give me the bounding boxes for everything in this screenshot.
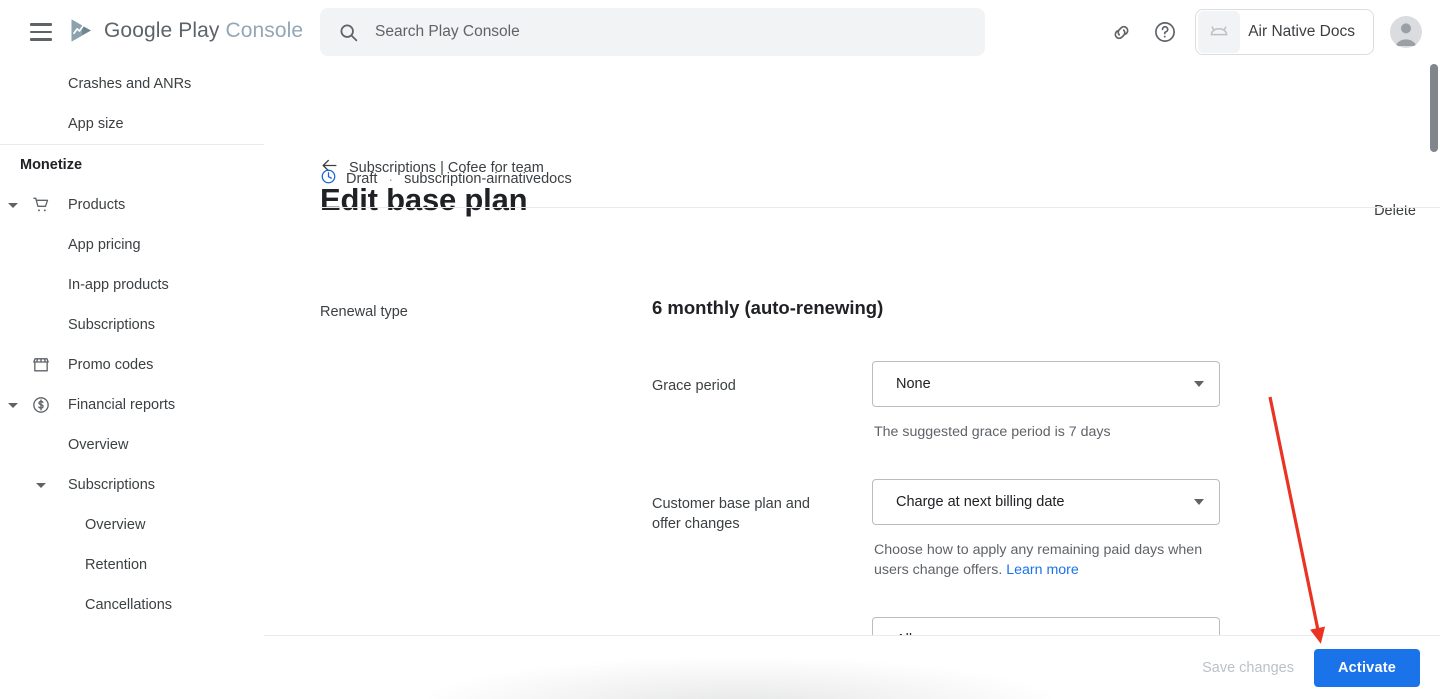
search-icon: [338, 22, 359, 43]
sidebar-monetize-items: Products App pricing In-app products Subscr…: [0, 185, 264, 625]
vertical-scrollbar-thumb[interactable]: [1430, 64, 1438, 152]
sidebar-item-label: Cancellations: [85, 598, 172, 613]
vertical-scrollbar-track[interactable]: [1428, 64, 1440, 699]
sidebar-section-monetize: Monetize: [0, 145, 264, 185]
sidebar-item-label: Promo codes: [68, 358, 153, 373]
link-icon[interactable]: [1099, 10, 1143, 54]
renewal-type-label: Renewal type: [320, 302, 408, 322]
left-navigation-sidebar[interactable]: Crashes and ANRs App size Monetize Produc…: [0, 64, 264, 699]
sidebar-item-overview[interactable]: Overview: [0, 425, 264, 465]
status-separator: ·: [388, 171, 393, 187]
chevron-down-icon[interactable]: [1194, 381, 1204, 387]
sidebar-item-label: Overview: [68, 438, 128, 453]
save-changes-button[interactable]: Save changes: [1192, 650, 1304, 686]
brand-console: Console: [225, 19, 303, 42]
sidebar-item-financial-reports[interactable]: Financial reports: [0, 385, 264, 425]
search-bar[interactable]: [320, 8, 985, 56]
offer-changes-helper-text: Choose how to apply any remaining paid d…: [874, 540, 1226, 580]
chevron-down-icon[interactable]: [1194, 499, 1204, 505]
grace-period-select[interactable]: None: [872, 361, 1220, 407]
learn-more-link[interactable]: Learn more: [1006, 562, 1079, 578]
grace-period-label: Grace period: [652, 376, 822, 396]
header-divider: [320, 207, 1440, 208]
sidebar-item-overview[interactable]: Overview: [0, 505, 264, 545]
hamburger-bar: [30, 31, 52, 33]
grace-period-helper-text: The suggested grace period is 7 days: [874, 422, 1244, 442]
dollar-circle-icon: [30, 394, 52, 416]
shopping-cart-icon: [30, 194, 52, 216]
top-bar-actions: Air Native Docs: [1099, 0, 1422, 64]
status-badge: Draft · subscription-airnativedocs: [320, 168, 572, 189]
sidebar-item-app-pricing[interactable]: App pricing: [0, 225, 264, 265]
delete-button[interactable]: Delete: [1362, 194, 1428, 228]
sidebar-item-label: App size: [68, 117, 124, 132]
sidebar-item-in-app-products[interactable]: In-app products: [0, 265, 264, 305]
main-content: Subscriptions | Cofee for team Edit base…: [264, 64, 1440, 699]
sidebar-item-subscriptions[interactable]: Subscriptions: [0, 465, 264, 505]
google-play-console-logo[interactable]: Google Play Console: [68, 17, 303, 44]
offer-changes-select[interactable]: Charge at next billing date: [872, 479, 1220, 525]
offer-changes-label: Customer base plan and offer changes: [652, 494, 812, 534]
account-avatar-icon[interactable]: [1390, 16, 1422, 48]
activate-button[interactable]: Activate: [1314, 649, 1420, 687]
help-circle-icon[interactable]: [1143, 10, 1187, 54]
sidebar-item-crashes-and-anrs[interactable]: Crashes and ANRs: [0, 64, 264, 104]
renewal-type-value: 6 monthly (auto-renewing): [652, 297, 883, 319]
hamburger-menu-icon[interactable]: [26, 17, 56, 47]
avatar-person-glyph: [1390, 16, 1422, 48]
sidebar-top-items: Crashes and ANRs App size: [0, 64, 264, 144]
grace-period-value: None: [896, 376, 931, 392]
top-app-bar: Google Play Console: [0, 0, 1440, 64]
sidebar-item-subscriptions[interactable]: Subscriptions: [0, 305, 264, 345]
brand-text: Google Play Console: [104, 19, 303, 43]
expand-caret-icon[interactable]: [8, 203, 18, 208]
brand-google-play: Google Play: [104, 19, 220, 42]
sidebar-item-promo-codes[interactable]: Promo codes: [0, 345, 264, 385]
hamburger-bar: [30, 38, 52, 40]
sidebar-item-cancellations[interactable]: Cancellations: [0, 585, 264, 625]
android-head-icon: [1198, 11, 1240, 53]
status-label: Draft: [346, 171, 377, 187]
sidebar-item-retention[interactable]: Retention: [0, 545, 264, 585]
store-icon: [30, 354, 52, 376]
sidebar-item-label: Retention: [85, 558, 147, 573]
status-id: subscription-airnativedocs: [404, 171, 572, 187]
app-switcher-chip[interactable]: Air Native Docs: [1195, 9, 1374, 55]
sidebar-item-app-size[interactable]: App size: [0, 104, 264, 144]
expand-caret-icon[interactable]: [36, 483, 46, 488]
sidebar-item-label: Crashes and ANRs: [68, 77, 191, 92]
hamburger-bar: [30, 23, 52, 25]
sidebar-item-label: App pricing: [68, 238, 141, 253]
sidebar-item-label: Subscriptions: [68, 318, 155, 333]
sidebar-item-label: Products: [68, 198, 125, 213]
sidebar-item-label: Subscriptions: [68, 478, 155, 493]
play-triangle-icon: [68, 17, 95, 44]
sidebar-item-label: Overview: [85, 518, 145, 533]
offer-changes-value: Charge at next billing date: [896, 494, 1064, 510]
bottom-action-bar: Save changes Activate: [264, 635, 1440, 699]
sidebar-item-label: In-app products: [68, 278, 169, 293]
expand-caret-icon[interactable]: [8, 403, 18, 408]
clock-icon: [320, 168, 337, 189]
sidebar-item-products[interactable]: Products: [0, 185, 264, 225]
app-switcher-label: Air Native Docs: [1248, 23, 1355, 41]
search-input[interactable]: [375, 23, 935, 41]
sidebar-item-label: Financial reports: [68, 398, 175, 413]
play-console-app: Google Play Console: [0, 0, 1440, 699]
